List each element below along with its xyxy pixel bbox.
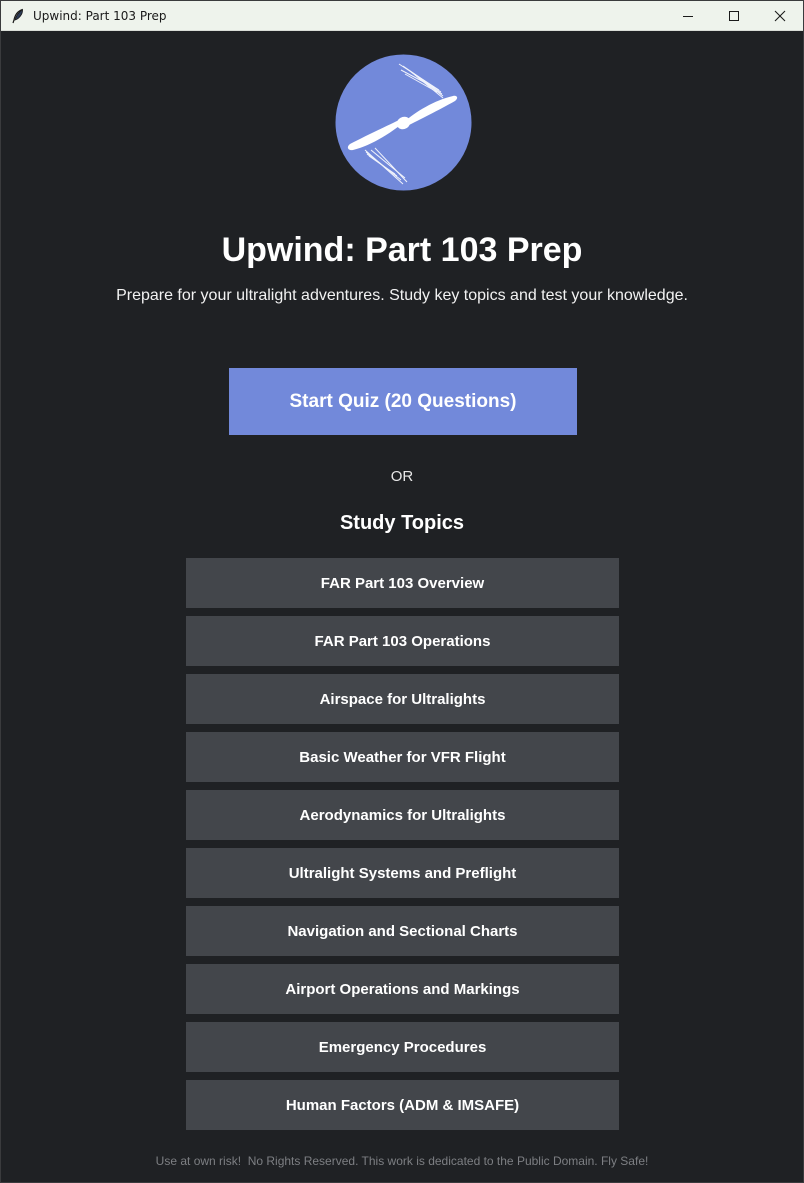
app-window: Upwind: Part 103 Prep Upwind: Part 103 P… bbox=[0, 0, 804, 1183]
close-icon bbox=[774, 10, 786, 22]
page-title: Upwind: Part 103 Prep bbox=[221, 231, 583, 269]
study-topics-heading: Study Topics bbox=[339, 512, 465, 534]
close-button[interactable] bbox=[757, 1, 803, 31]
topic-button-far-part-103-overview[interactable]: FAR Part 103 Overview bbox=[186, 558, 619, 608]
minimize-icon bbox=[683, 16, 693, 17]
topic-button-emergency-procedures[interactable]: Emergency Procedures bbox=[186, 1022, 619, 1072]
footer-disclaimer: Use at own risk! No Rights Reserved. Thi… bbox=[155, 1154, 649, 1168]
propeller-logo-icon bbox=[335, 54, 472, 191]
feather-icon bbox=[10, 8, 26, 24]
topic-button-far-part-103-operations[interactable]: FAR Part 103 Operations bbox=[186, 616, 619, 666]
topic-button-airport-operations[interactable]: Airport Operations and Markings bbox=[186, 964, 619, 1014]
topic-button-aerodynamics[interactable]: Aerodynamics for Ultralights bbox=[186, 790, 619, 840]
title-bar[interactable]: Upwind: Part 103 Prep bbox=[1, 1, 803, 31]
start-quiz-button[interactable]: Start Quiz (20 Questions) bbox=[229, 368, 577, 435]
window-title: Upwind: Part 103 Prep bbox=[33, 9, 167, 23]
topic-button-navigation-charts[interactable]: Navigation and Sectional Charts bbox=[186, 906, 619, 956]
topic-button-basic-weather[interactable]: Basic Weather for VFR Flight bbox=[186, 732, 619, 782]
or-separator: OR bbox=[390, 468, 414, 485]
topic-button-systems-preflight[interactable]: Ultralight Systems and Preflight bbox=[186, 848, 619, 898]
topic-button-human-factors[interactable]: Human Factors (ADM & IMSAFE) bbox=[186, 1080, 619, 1130]
page-subtitle: Prepare for your ultralight adventures. … bbox=[116, 287, 688, 304]
maximize-button[interactable] bbox=[711, 1, 757, 31]
maximize-icon bbox=[729, 11, 739, 21]
minimize-button[interactable] bbox=[665, 1, 711, 31]
topic-button-airspace[interactable]: Airspace for Ultralights bbox=[186, 674, 619, 724]
